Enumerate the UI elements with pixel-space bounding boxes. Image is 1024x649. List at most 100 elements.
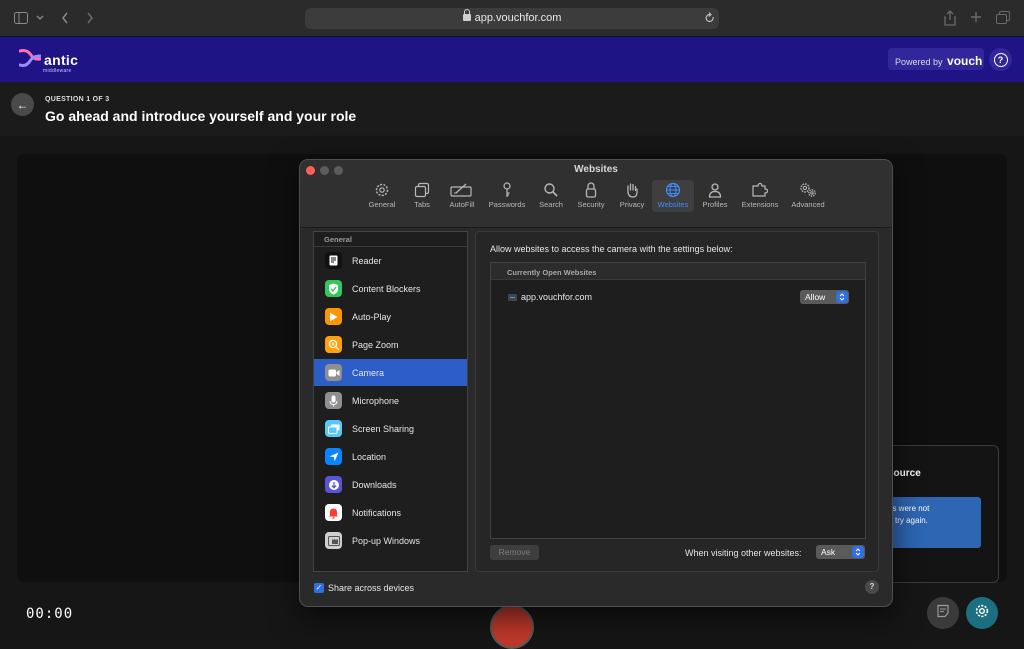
help-button[interactable]: ? (865, 580, 879, 594)
gears-icon (787, 182, 829, 198)
tab-label: Tabs (414, 200, 430, 209)
powered-by-badge[interactable]: Powered by vouch (888, 48, 984, 70)
sidebar-item-label: Reader (352, 256, 382, 266)
select-value: Ask (821, 547, 836, 557)
tab-profiles[interactable]: Profiles (697, 180, 733, 212)
location-arrow-icon (325, 448, 342, 465)
sidebar-item-content-blockers[interactable]: Content Blockers (314, 275, 467, 302)
sidebar-item-label: Microphone (352, 396, 400, 406)
tab-general[interactable]: General (364, 180, 400, 212)
reload-icon[interactable] (705, 12, 715, 26)
table-section-header: Currently Open Websites (491, 263, 865, 280)
puzzle-icon (737, 182, 783, 198)
tab-advanced[interactable]: Advanced (787, 180, 829, 212)
camera-settings-pane: Allow websites to access the camera with… (475, 231, 879, 572)
tab-autofill[interactable]: AutoFill (443, 180, 481, 212)
sidebar-item-page-zoom[interactable]: Page Zoom (314, 331, 467, 358)
sidebar-item-popup-windows[interactable]: Pop-up Windows (314, 527, 467, 554)
lock-icon (462, 9, 471, 21)
powered-by-prefix: Powered by (895, 57, 943, 67)
back-button[interactable]: ← (11, 93, 34, 116)
sidebar-item-downloads[interactable]: Downloads (314, 471, 467, 498)
websites-table: Currently Open Websites app.vouchfor.com… (490, 262, 866, 539)
powered-by-brand: vouch (947, 54, 983, 68)
question-counter: QUESTION 1 OF 3 (45, 96, 110, 103)
tab-security[interactable]: Security (571, 180, 611, 212)
sidebar-icon[interactable] (14, 12, 28, 26)
settings-sidebar: General Reader Content Blockers Auto-Pla… (313, 231, 468, 572)
sidebar-item-label: Content Blockers (352, 284, 421, 294)
select-value: Allow (805, 292, 826, 302)
remove-button[interactable]: Remove (490, 545, 539, 560)
tab-tabs[interactable]: Tabs (404, 180, 440, 212)
brand-logo-text: antic (44, 52, 79, 68)
sidebar-item-reader[interactable]: Reader (314, 247, 467, 274)
sidebar-item-location[interactable]: Location (314, 443, 467, 470)
new-tab-icon[interactable] (970, 11, 982, 25)
other-websites-label: When visiting other websites: (685, 548, 802, 558)
sidebar-item-label: Page Zoom (352, 340, 399, 350)
updown-chevron-icon (836, 291, 848, 303)
table-row[interactable]: app.vouchfor.com Allow (491, 289, 865, 305)
chevron-down-icon[interactable] (36, 12, 44, 26)
globe-icon (652, 182, 694, 198)
tab-label: Privacy (619, 200, 645, 209)
help-button[interactable]: ? (989, 48, 1012, 71)
sidebar-item-screen-sharing[interactable]: Screen Sharing (314, 415, 467, 442)
sidebar-item-label: Auto-Play (352, 312, 392, 322)
tab-label: Passwords (488, 200, 526, 209)
record-button[interactable] (490, 605, 534, 649)
tab-label: Extensions (741, 200, 779, 209)
sidebar-item-camera[interactable]: Camera (314, 359, 467, 386)
notes-button[interactable] (927, 597, 959, 629)
tab-label: AutoFill (449, 200, 475, 209)
sidebar-item-auto-play[interactable]: Auto-Play (314, 303, 467, 330)
notes-icon (936, 604, 950, 623)
tab-passwords[interactable]: Passwords (484, 180, 530, 212)
tab-label: Profiles (702, 200, 728, 209)
tab-websites[interactable]: Websites (652, 180, 694, 212)
site-header: antic middleware Powered by vouch ? (0, 37, 1024, 82)
sidebar-item-label: Camera (352, 368, 385, 378)
error-line-2: try again. (895, 516, 928, 525)
tab-label: Security (577, 200, 605, 209)
key-icon (484, 182, 530, 198)
address-bar[interactable]: app.vouchfor.com (305, 8, 719, 29)
tabs-overview-icon[interactable] (996, 11, 1010, 26)
sidebar-item-microphone[interactable]: Microphone (314, 387, 467, 414)
share-icon[interactable] (944, 10, 956, 28)
updown-chevron-icon (852, 546, 864, 558)
hand-icon (614, 182, 650, 198)
search-icon (534, 182, 568, 198)
tab-label: Search (539, 200, 563, 209)
screen-sharing-icon (325, 420, 342, 437)
brand-logo-icon (18, 47, 42, 69)
share-across-devices-checkbox[interactable]: ✓ (314, 583, 324, 593)
tab-search[interactable]: Search (534, 180, 568, 212)
site-permission-select[interactable]: Allow (800, 290, 849, 304)
sidebar-item-label: Pop-up Windows (352, 536, 421, 546)
gear-icon (364, 182, 400, 198)
bell-icon (325, 504, 342, 521)
sidebar-item-notifications[interactable]: Notifications (314, 499, 467, 526)
site-name: app.vouchfor.com (521, 292, 593, 302)
settings-button[interactable] (966, 597, 998, 629)
video-camera-icon (325, 364, 342, 381)
tab-extensions[interactable]: Extensions (737, 180, 783, 212)
pane-description: Allow websites to access the camera with… (490, 244, 733, 254)
back-icon[interactable] (61, 11, 69, 27)
autofill-icon (443, 182, 481, 198)
tab-privacy[interactable]: Privacy (614, 180, 650, 212)
gear-icon (974, 603, 990, 624)
recording-timer: 00:00 (26, 606, 74, 622)
question-mark-icon: ? (993, 52, 1008, 67)
url-text: app.vouchfor.com (474, 12, 562, 24)
sidebar-item-label: Location (352, 452, 387, 462)
lock-icon (571, 182, 611, 198)
other-websites-select[interactable]: Ask (816, 545, 865, 559)
popup-window-icon (325, 532, 342, 549)
sidebar-heading: General (324, 235, 352, 244)
tab-label: Advanced (791, 200, 825, 209)
forward-icon[interactable] (86, 11, 94, 27)
reader-icon (325, 252, 342, 269)
